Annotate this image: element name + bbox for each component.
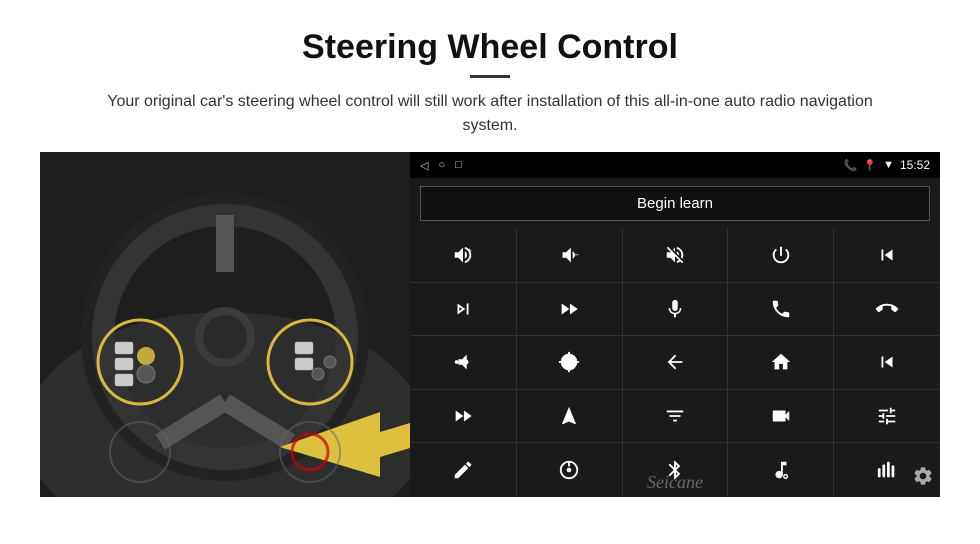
title-divider: [470, 75, 510, 78]
navigate-button[interactable]: [517, 390, 622, 443]
bluetooth-button[interactable]: [623, 443, 728, 496]
equalizer-button[interactable]: [623, 390, 728, 443]
recents-nav-icon[interactable]: □: [455, 159, 462, 171]
steering-wheel-image: [40, 152, 410, 497]
home-nav-icon[interactable]: ○: [438, 159, 445, 171]
pen-button[interactable]: [411, 443, 516, 496]
vol-up-button[interactable]: +: [411, 229, 516, 282]
phone-icon: 📞: [844, 159, 858, 172]
gear-settings-button[interactable]: [912, 465, 934, 493]
svg-text:−: −: [574, 250, 579, 260]
begin-learn-row: Begin learn: [410, 178, 940, 229]
svg-text:360°: 360°: [566, 360, 576, 365]
skip-back-button[interactable]: [834, 336, 939, 389]
back-button[interactable]: [623, 336, 728, 389]
camera-rec-button[interactable]: [728, 390, 833, 443]
vol-down-button[interactable]: −: [517, 229, 622, 282]
prev-track-phone-button[interactable]: [834, 229, 939, 282]
page-wrapper: Steering Wheel Control Your original car…: [0, 0, 980, 517]
phone-call-button[interactable]: [728, 283, 833, 336]
next-track-button[interactable]: [411, 283, 516, 336]
mic-button[interactable]: [623, 283, 728, 336]
wifi-icon: ▼: [883, 159, 894, 171]
status-bar-nav: ◁ ○ □: [420, 159, 462, 172]
controls-grid: + −: [411, 229, 939, 496]
back-nav-icon[interactable]: ◁: [420, 159, 428, 172]
subtitle-text: Your original car's steering wheel contr…: [80, 90, 900, 138]
speaker-button[interactable]: [411, 336, 516, 389]
steering-control-button[interactable]: [517, 443, 622, 496]
home-button[interactable]: [728, 336, 833, 389]
power-button[interactable]: [728, 229, 833, 282]
svg-text:+: +: [468, 246, 472, 255]
360-view-button[interactable]: 360°: [517, 336, 622, 389]
content-area: ◁ ○ □ 📞 📍 ▼ 15:52 Begin learn: [40, 152, 940, 497]
vol-mute-button[interactable]: [623, 229, 728, 282]
begin-learn-button[interactable]: Begin learn: [420, 186, 930, 221]
title-section: Steering Wheel Control Your original car…: [40, 28, 940, 138]
ff-track-button[interactable]: [517, 283, 622, 336]
fast-forward-button[interactable]: [411, 390, 516, 443]
hang-up-button[interactable]: [834, 283, 939, 336]
status-bar-indicators: 📞 📍 ▼ 15:52: [844, 158, 930, 172]
page-title: Steering Wheel Control: [40, 28, 940, 67]
music-settings-button[interactable]: [728, 443, 833, 496]
settings-eq-button[interactable]: [834, 390, 939, 443]
status-bar: ◁ ○ □ 📞 📍 ▼ 15:52: [410, 152, 940, 178]
location-icon: 📍: [863, 159, 877, 172]
status-time: 15:52: [900, 158, 930, 172]
android-panel: ◁ ○ □ 📞 📍 ▼ 15:52 Begin learn: [410, 152, 940, 497]
